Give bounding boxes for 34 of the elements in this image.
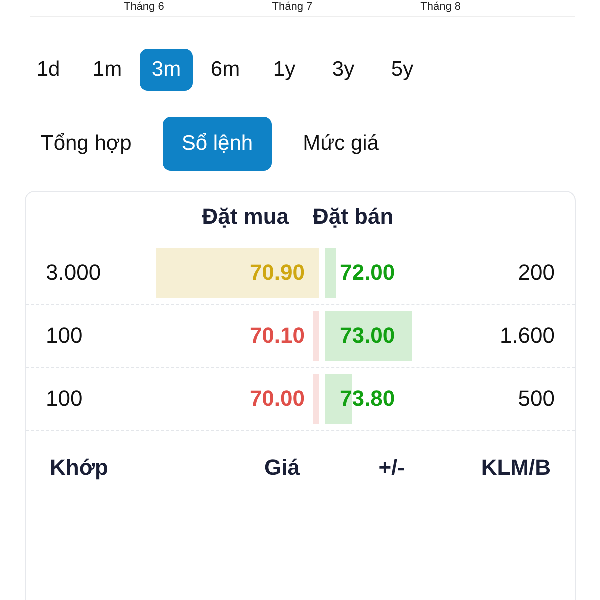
column-header: Khớp (50, 455, 110, 481)
ask-volume: 200 (517, 260, 556, 286)
axis-label: Tháng 7 (272, 0, 313, 15)
bid-volume: 3.000 (45, 260, 102, 286)
ask-volume: 1.600 (498, 323, 556, 349)
tab[interactable]: Tổng hợp (22, 117, 151, 171)
range-button[interactable]: 1y (258, 49, 311, 91)
range-button[interactable]: 1m (81, 49, 134, 91)
column-header: Đặt bán (312, 204, 394, 230)
axis-label: Tháng 6 (124, 0, 164, 15)
bid-price: 70.90 (250, 260, 305, 286)
bid-price: 70.00 (250, 386, 305, 412)
bid-depth-bar (313, 311, 319, 361)
range-button[interactable]: 3m (140, 49, 193, 91)
range-button[interactable]: 6m (199, 49, 252, 91)
column-header: Đặt mua (201, 204, 289, 230)
ask-volume: 500 (517, 386, 556, 412)
tab[interactable]: Mức giá (284, 117, 398, 171)
bid-price: 70.10 (250, 323, 305, 349)
axis-label: Tháng 8 (420, 0, 461, 15)
ask-depth-bar (325, 248, 336, 298)
ask-price: 73.80 (340, 386, 396, 412)
tab[interactable]: Sổ lệnh (162, 117, 272, 171)
ask-price: 72.00 (340, 260, 396, 286)
column-header: Giá (264, 455, 300, 481)
column-header: +/- (378, 455, 405, 481)
column-header: KLM/B (480, 455, 551, 481)
bid-volume: 100 (45, 323, 84, 349)
range-button[interactable]: 5y (376, 49, 429, 91)
range-button[interactable]: 3y (317, 49, 370, 91)
range-button[interactable]: 1d (22, 49, 75, 91)
ask-price: 73.00 (340, 323, 396, 349)
bid-depth-bar (313, 374, 319, 424)
bid-volume: 100 (45, 386, 84, 412)
